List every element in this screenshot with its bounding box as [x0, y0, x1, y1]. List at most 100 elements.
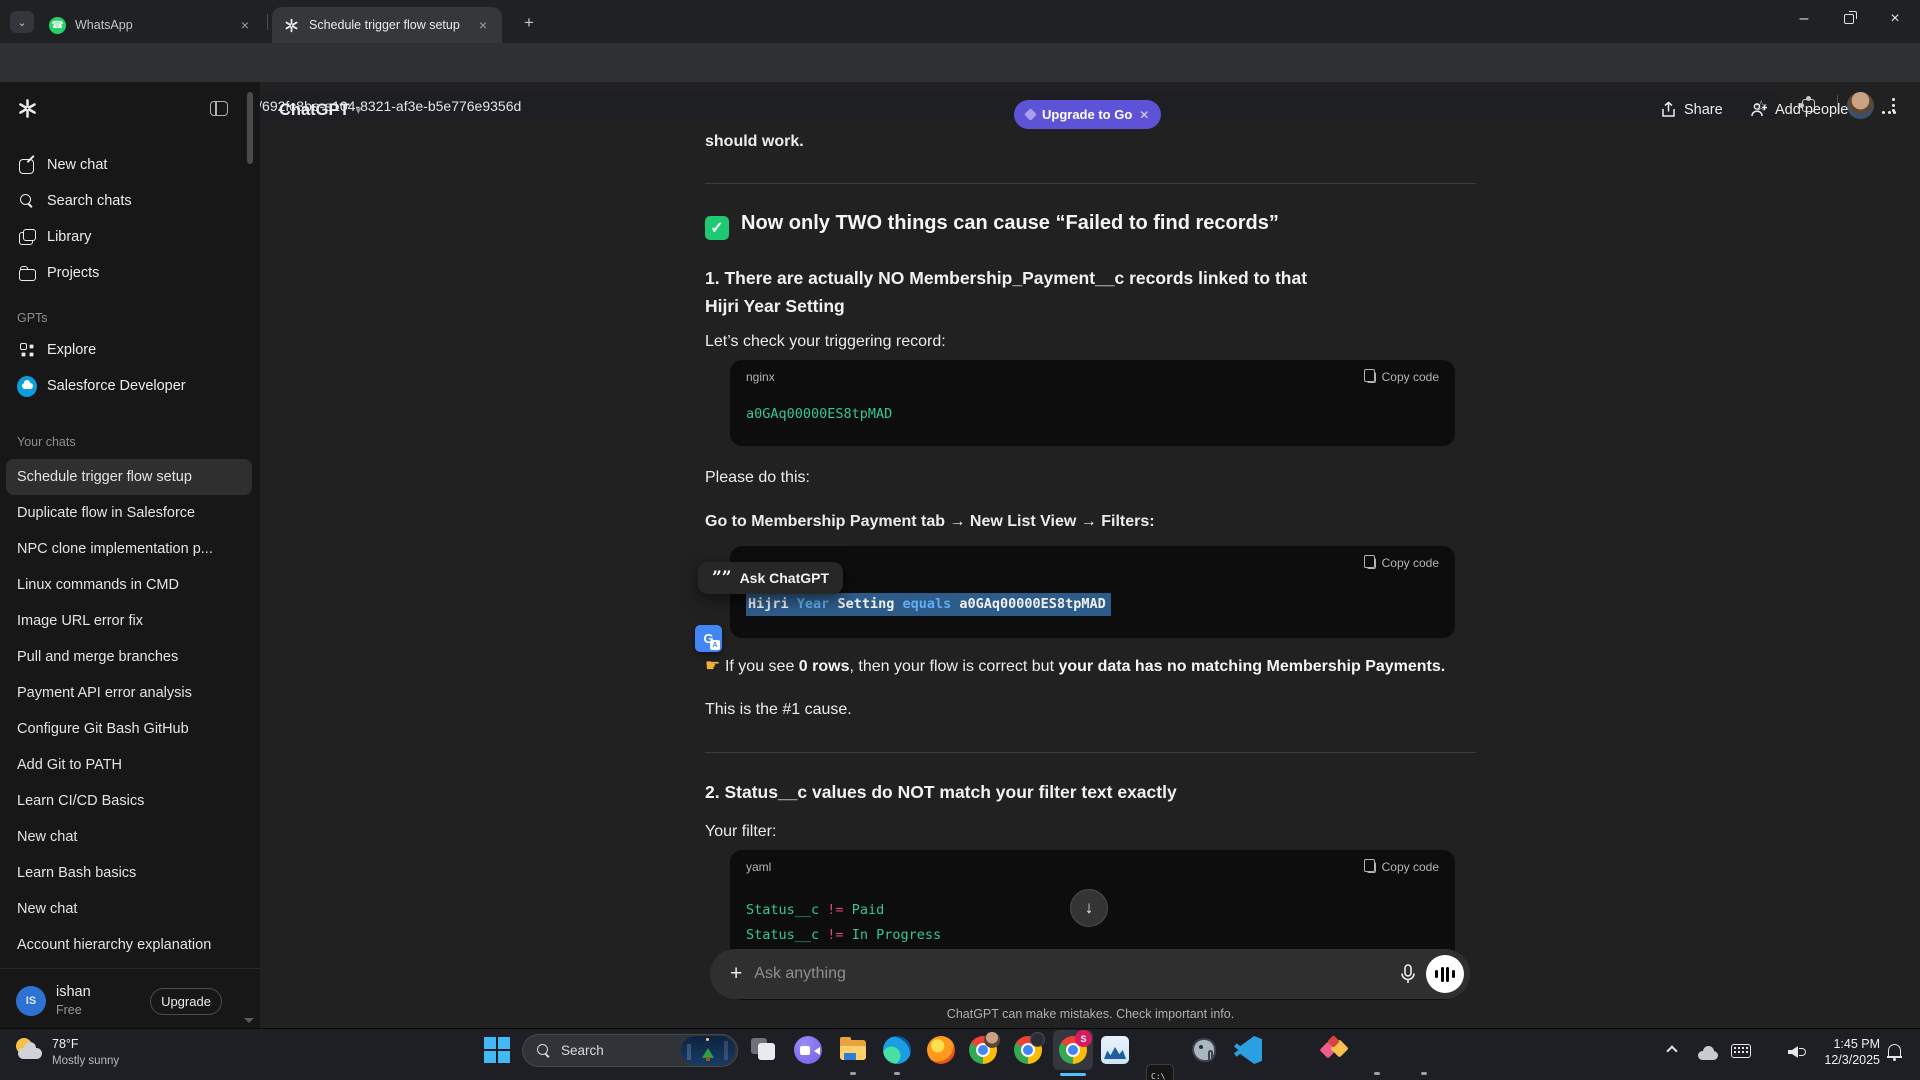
openai-logo[interactable]: [16, 97, 39, 125]
sidebar-item-explore-gpts[interactable]: Explore: [6, 332, 252, 368]
tray-chevron-up-icon[interactable]: [1668, 1047, 1678, 1057]
volume-icon[interactable]: [1788, 1046, 1798, 1058]
copy-code-button[interactable]: Copy code: [1367, 860, 1439, 874]
composer[interactable]: +: [710, 949, 1470, 999]
tab-search-icon[interactable]: ⌄: [10, 11, 34, 33]
sidebar-scroll-arrow[interactable]: [244, 1018, 254, 1028]
projects-folder-icon: [17, 263, 37, 283]
dictate-mic-icon[interactable]: [1400, 964, 1416, 984]
chat-list-item[interactable]: Linux commands in CMD: [6, 567, 252, 603]
cmd-text: C:\_: [1151, 1072, 1170, 1080]
code-content: a0GAq00000ES8tpMAD: [730, 390, 1455, 439]
start-button[interactable]: [483, 1036, 511, 1064]
user-avatar[interactable]: IS: [16, 986, 46, 1016]
share-button[interactable]: Share: [1660, 101, 1723, 118]
chat-title: Payment API error analysis: [17, 685, 192, 701]
chat-list-item[interactable]: Add Git to PATH: [6, 747, 252, 783]
chat-list-item[interactable]: Learn Bash basics: [6, 855, 252, 891]
sidebar-item-new-chat[interactable]: New chat: [6, 147, 252, 183]
diamond-app-icon[interactable]: [1320, 1036, 1348, 1064]
tab-title: WhatsApp: [75, 18, 133, 32]
disclaimer-text: ChatGPT can make mistakes. Check importa…: [705, 1007, 1476, 1021]
firefox-icon[interactable]: [927, 1036, 955, 1064]
weather-condition[interactable]: Mostly sunny: [52, 1055, 119, 1067]
sidebar-item-projects[interactable]: Projects: [6, 255, 252, 291]
model-switcher[interactable]: ChatGPT ▾: [279, 101, 361, 120]
ask-chatgpt-button[interactable]: ”” Ask ChatGPT: [698, 562, 843, 594]
tray-clock[interactable]: 1:45 PM 12/3/2025: [1822, 1036, 1880, 1068]
close-tab-icon[interactable]: ×: [236, 16, 254, 34]
open-app-indicator: [850, 1072, 856, 1075]
restore-button[interactable]: [1834, 6, 1864, 32]
edge-icon[interactable]: [883, 1036, 911, 1064]
code-token: Hijri: [748, 596, 789, 612]
chat-list-item[interactable]: NPC clone implementation p...: [6, 531, 252, 567]
code-token: equals: [902, 596, 951, 612]
voice-mode-button[interactable]: [1426, 955, 1464, 993]
chat-scroll-area[interactable]: should work. ✓Now only TWO things can ca…: [705, 82, 1476, 1028]
tab-whatsapp[interactable]: ☎ WhatsApp ×: [38, 7, 264, 43]
cmd-icon[interactable]: C:\_: [1146, 1064, 1174, 1080]
tab-chatgpt[interactable]: Schedule trigger flow setup ×: [272, 7, 502, 43]
conversation-menu-icon[interactable]: [1882, 111, 1896, 114]
chat-list-item[interactable]: Payment API error analysis: [6, 675, 252, 711]
chat-list-item[interactable]: Account hierarchy explanation: [6, 927, 252, 963]
video-meet-app-icon[interactable]: [794, 1036, 822, 1064]
close-window-button[interactable]: ×: [1880, 6, 1910, 32]
taskbar-search-box[interactable]: Search: [522, 1034, 738, 1067]
assistant-text: Let’s check your triggering record:: [705, 330, 946, 354]
chat-list-item[interactable]: Schedule trigger flow setup: [6, 459, 252, 495]
start-sq: [484, 1037, 496, 1049]
copy-code-button[interactable]: Copy code: [1367, 556, 1439, 570]
message-input[interactable]: [754, 965, 1400, 983]
copy-label: Copy code: [1382, 556, 1439, 570]
speaker-shape: [1788, 1046, 1798, 1058]
upgrade-button[interactable]: Upgrade: [150, 988, 222, 1015]
subheading-2: 2. Status__c values do NOT match your fi…: [705, 782, 1177, 803]
file-explorer-icon[interactable]: [839, 1036, 867, 1064]
attach-plus-icon[interactable]: +: [730, 962, 742, 986]
chat-list-item[interactable]: Image URL error fix: [6, 603, 252, 639]
task-manager-icon[interactable]: [1101, 1036, 1129, 1064]
close-tab-icon[interactable]: ×: [474, 16, 492, 34]
selected-code: Hijri Year Setting equals a0GAq00000ES8t…: [746, 593, 1111, 616]
profile-avatar[interactable]: [1847, 92, 1874, 119]
minimize-button[interactable]: –: [1789, 6, 1819, 32]
weather-icon[interactable]: [14, 1036, 46, 1068]
chat-list-item[interactable]: Learn CI/CD Basics: [6, 783, 252, 819]
postgresql-icon[interactable]: [1190, 1036, 1218, 1064]
chrome-profile1-icon[interactable]: [969, 1036, 997, 1064]
chat-list-item[interactable]: Pull and merge branches: [6, 639, 252, 675]
start-sq: [498, 1037, 510, 1049]
chrome-active-icon[interactable]: S: [1059, 1036, 1087, 1064]
chat-title: Image URL error fix: [17, 613, 143, 629]
copy-icon: [1367, 558, 1376, 569]
library-icon: [17, 227, 37, 247]
tree-star: [706, 1038, 709, 1041]
add-people-button[interactable]: Add people: [1750, 101, 1848, 118]
weather-temp[interactable]: 78°F: [52, 1037, 79, 1051]
chevron-down-icon: ▾: [356, 104, 362, 117]
browser-menu-icon[interactable]: [1892, 98, 1895, 112]
cloud-top: [1703, 1046, 1714, 1057]
check-mark-icon: ✓: [705, 216, 729, 240]
touch-keyboard-icon[interactable]: [1731, 1044, 1751, 1058]
puzzle-bump2: [1806, 96, 1811, 101]
collapse-sidebar-icon[interactable]: [210, 101, 228, 116]
sidebar-divider: [0, 968, 260, 969]
chrome-profile2-icon[interactable]: [1014, 1036, 1042, 1064]
chat-list-item[interactable]: New chat: [6, 819, 252, 855]
scroll-to-bottom-button[interactable]: ↓: [1070, 889, 1108, 927]
new-tab-icon[interactable]: +: [518, 12, 540, 34]
sidebar-item-search-chats[interactable]: Search chats: [6, 183, 252, 219]
sidebar-item-salesforce-developer[interactable]: Salesforce Developer: [6, 368, 252, 404]
chat-list-item[interactable]: New chat: [6, 891, 252, 927]
task-view-icon[interactable]: [749, 1036, 777, 1064]
copy-code-button[interactable]: Copy code: [1367, 370, 1439, 384]
open-app-indicator: [894, 1072, 900, 1075]
chat-list-item[interactable]: Configure Git Bash GitHub: [6, 711, 252, 747]
chat-list-item[interactable]: Duplicate flow in Salesforce: [6, 495, 252, 531]
google-translate-icon[interactable]: G A: [695, 625, 722, 652]
notification-bell-icon[interactable]: [1888, 1044, 1901, 1057]
sidebar-item-library[interactable]: Library: [6, 219, 252, 255]
